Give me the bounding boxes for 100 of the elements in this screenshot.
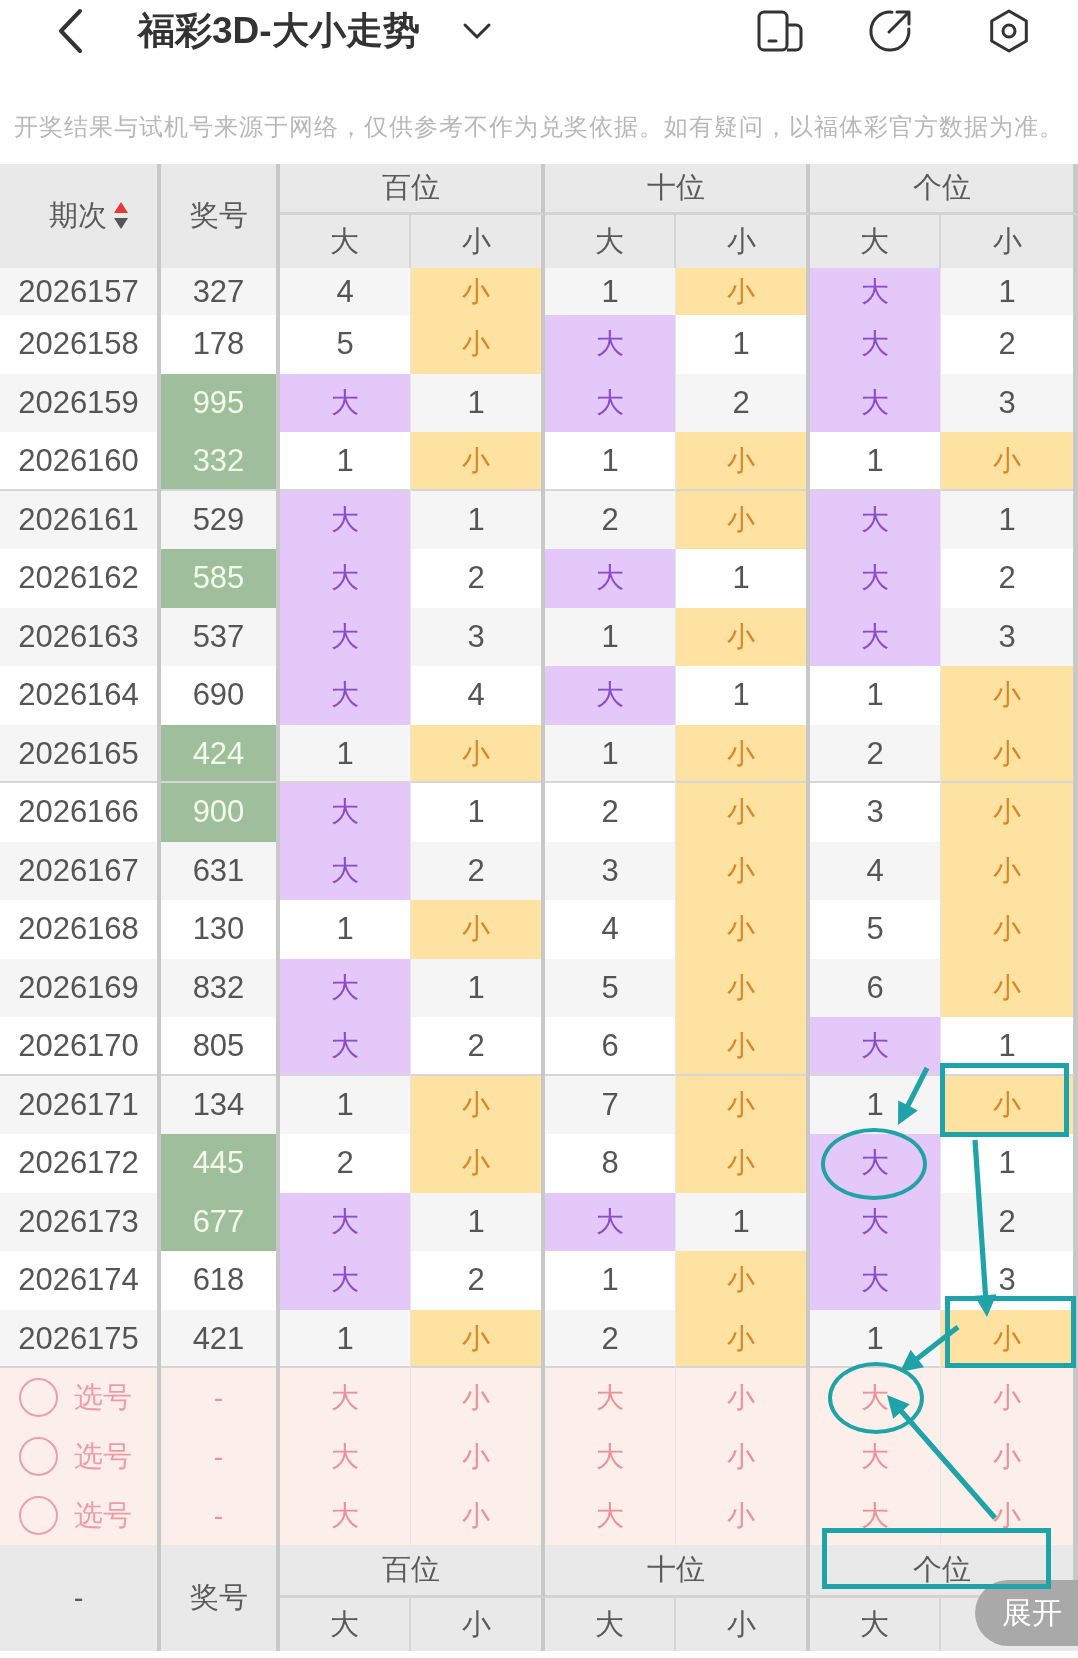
trend-cell: 1 xyxy=(411,373,545,432)
trend-cell: 2 xyxy=(676,373,810,432)
number-cell: 995 xyxy=(161,373,280,432)
trend-cell: 小 xyxy=(411,1134,545,1193)
radio-button[interactable] xyxy=(19,1378,58,1417)
trend-cell: 大 xyxy=(545,549,676,608)
trend-cell: 小 xyxy=(676,841,810,900)
trend-cell: 小 xyxy=(941,783,1078,842)
trend-cell: 3 xyxy=(411,607,545,666)
trend-cell: 6 xyxy=(810,958,941,1017)
trend-cell: 小 xyxy=(411,724,545,783)
group-header: 百位 xyxy=(280,1545,545,1598)
number-cell: 529 xyxy=(161,490,280,549)
number-cell: 445 xyxy=(161,1134,280,1193)
trend-cell: 1 xyxy=(810,432,941,491)
trend-cell: 1 xyxy=(280,724,411,783)
radio-button[interactable] xyxy=(19,1496,58,1535)
trend-cell: 大 xyxy=(280,1251,411,1310)
device-icon[interactable] xyxy=(757,10,803,52)
number-cell: 332 xyxy=(161,432,280,491)
trend-cell: 大 xyxy=(280,783,411,842)
trend-cell: 大 xyxy=(280,958,411,1017)
column-header: 小 xyxy=(411,1598,545,1651)
trend-cell: 1 xyxy=(545,432,676,491)
trend-cell: 大 xyxy=(280,373,411,432)
trend-cell: 4 xyxy=(280,268,411,315)
trend-cell: 7 xyxy=(545,1075,676,1134)
trend-cell: 大 xyxy=(810,1017,941,1076)
trend-cell: 大 xyxy=(810,1134,941,1193)
trend-cell: 小 xyxy=(411,1075,545,1134)
trend-cell: 1 xyxy=(545,724,676,783)
trend-cell: 小 xyxy=(676,1017,810,1076)
group-header: 十位 xyxy=(545,1545,810,1598)
trend-cell: 大 xyxy=(280,607,411,666)
trend-cell: 大 xyxy=(810,1251,941,1310)
radio-button[interactable] xyxy=(19,1437,58,1476)
period-cell: 2026173 xyxy=(0,1192,161,1251)
period-cell: 2026170 xyxy=(0,1017,161,1076)
trend-cell: 2 xyxy=(411,841,545,900)
trend-cell: 大 xyxy=(545,373,676,432)
trend-cell: 大 xyxy=(810,607,941,666)
chevron-down-icon[interactable] xyxy=(461,22,492,40)
pick-label: 选号 xyxy=(74,1438,132,1474)
group-header: 十位 xyxy=(545,164,810,215)
share-icon[interactable] xyxy=(867,8,913,54)
period-cell: 2026167 xyxy=(0,841,161,900)
trend-cell: 大 xyxy=(545,1192,676,1251)
trend-cell: 1 xyxy=(280,1075,411,1134)
trend-cell: 大 xyxy=(545,315,676,374)
trend-cell: 小 xyxy=(941,841,1078,900)
trend-cell: 小 xyxy=(676,783,810,842)
trend-cell: 1 xyxy=(280,432,411,491)
number-cell: 134 xyxy=(161,1075,280,1134)
column-header: 大 xyxy=(280,1598,411,1651)
trend-cell: 大 xyxy=(810,549,941,608)
trend-cell: 1 xyxy=(280,1309,411,1368)
trend-cell: 小 xyxy=(676,1309,810,1368)
trend-cell: 小 xyxy=(676,1134,810,1193)
trend-cell: 大 xyxy=(545,666,676,725)
period-cell: 2026163 xyxy=(0,607,161,666)
trend-cell: 大 xyxy=(810,268,941,315)
trend-cell: 小 xyxy=(676,1075,810,1134)
back-icon[interactable] xyxy=(56,8,84,54)
period-cell: 2026169 xyxy=(0,958,161,1017)
column-header: 小 xyxy=(676,1598,810,1651)
page-title: 福彩3D-大小走势 xyxy=(138,9,420,53)
period-cell: 2026160 xyxy=(0,432,161,491)
trend-cell: 小 xyxy=(941,724,1078,783)
trend-cell: 大 xyxy=(810,1192,941,1251)
trend-cell: 小 xyxy=(411,315,545,374)
trend-cell: 2 xyxy=(545,1309,676,1368)
pick-label: 选号 xyxy=(74,1379,132,1415)
period-cell: 2026159 xyxy=(0,373,161,432)
group-header: 百位 xyxy=(280,164,545,215)
trend-cell: 1 xyxy=(545,268,676,315)
trend-cell: 大 xyxy=(280,1192,411,1251)
trend-cell: 大 xyxy=(280,1017,411,1076)
trend-cell: 大 xyxy=(280,549,411,608)
settings-icon[interactable] xyxy=(987,8,1031,54)
trend-cell: 1 xyxy=(676,1192,810,1251)
trend-cell: 大 xyxy=(810,315,941,374)
trend-cell: 1 xyxy=(941,268,1078,315)
period-cell: 2026157 xyxy=(0,268,161,315)
trend-cell: 小 xyxy=(941,666,1078,725)
number-cell: 585 xyxy=(161,549,280,608)
number-cell: 805 xyxy=(161,1017,280,1076)
trend-cell: 1 xyxy=(411,1192,545,1251)
period-cell: 2026165 xyxy=(0,724,161,783)
disclaimer-text: 开奖结果与试机号来源于网络，仅供参考不作为兑奖依据。如有疑问，以福体彩官方数据为准。 xyxy=(13,112,1065,142)
number-cell: 677 xyxy=(161,1192,280,1251)
trend-cell: 小 xyxy=(411,268,545,315)
trend-cell: 4 xyxy=(810,841,941,900)
trend-cell: 小 xyxy=(676,1251,810,1310)
trend-cell: 大 xyxy=(280,841,411,900)
trend-cell: 小 xyxy=(676,490,810,549)
trend-cell: 小 xyxy=(676,958,810,1017)
group-header: 个位 xyxy=(810,164,1078,215)
arrow xyxy=(900,1324,960,1372)
number-cell: 900 xyxy=(161,783,280,842)
column-header: 奖号 xyxy=(161,1545,280,1651)
